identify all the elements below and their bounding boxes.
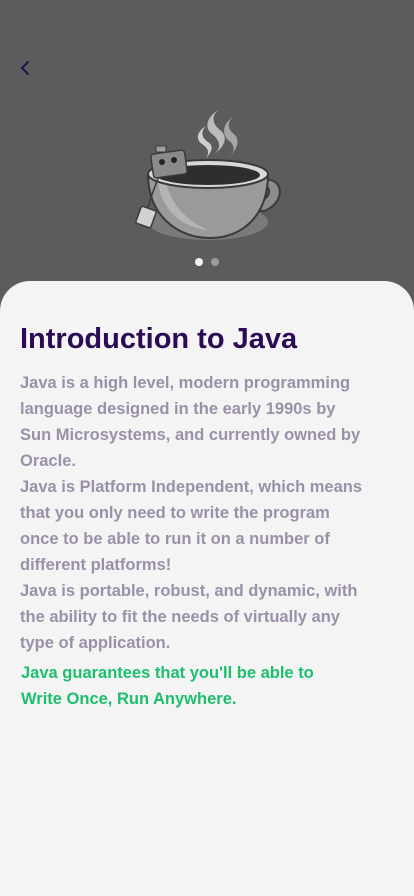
slogan-line-2: Write Once, Run Anywhere. xyxy=(21,690,237,708)
slogan: Java guarantees that you'll be able to W… xyxy=(20,660,394,712)
back-button[interactable] xyxy=(14,56,36,80)
page-indicator xyxy=(0,258,414,266)
paragraph-3: Java is portable, robust, and dynamic, w… xyxy=(20,582,358,652)
paragraph-1: Java is a high level, modern programming… xyxy=(20,374,361,470)
page-dot-1[interactable] xyxy=(195,258,203,266)
page-dot-2[interactable] xyxy=(211,258,219,266)
description: Java is a high level, modern programming… xyxy=(20,370,365,656)
content-sheet: Introduction to Java Java is a high leve… xyxy=(0,281,414,896)
slogan-line-1: Java guarantees that you'll be able to xyxy=(21,664,314,682)
java-coffee-cup-illustration xyxy=(135,108,281,240)
page-title: Introduction to Java xyxy=(20,323,298,355)
chevron-left-icon xyxy=(21,61,29,75)
paragraph-2: Java is Platform Independent, which mean… xyxy=(20,478,363,574)
